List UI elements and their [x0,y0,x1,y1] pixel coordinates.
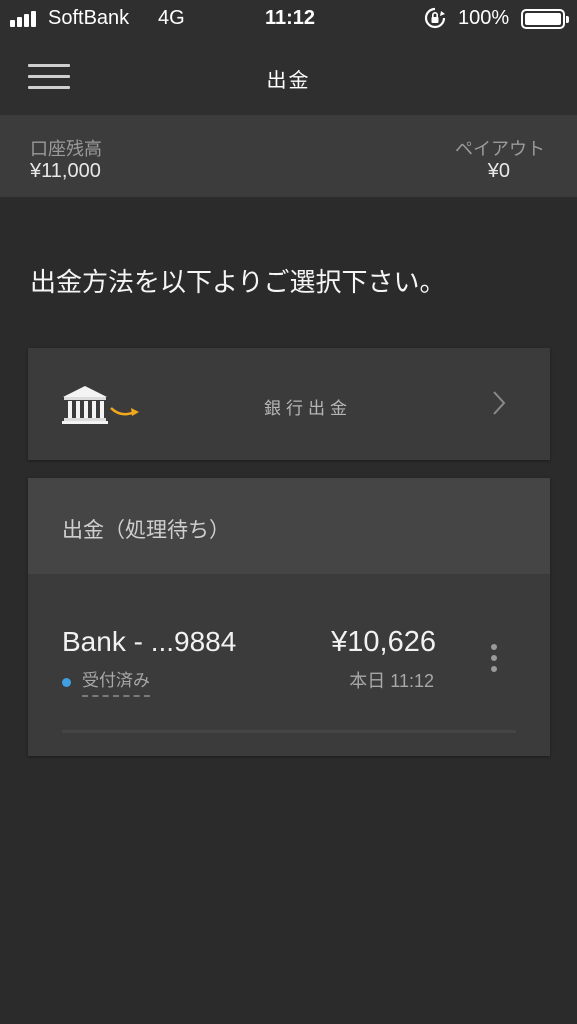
balance-summary: 口座残高 ¥11,000 ペイアウト ¥0 [0,115,577,197]
payout-label: ペイアウト [455,139,545,160]
instruction-text: 出金方法を以下よりご選択下さい。 [30,268,446,298]
status-time: 11:12 [265,7,316,29]
pending-title: 出金（処理待ち） [62,518,230,542]
transaction-time: 本日 11:12 [349,671,434,691]
network-type: 4G [158,7,185,29]
transaction-account: Bank - ...9884 [62,626,237,657]
chevron-right-icon [493,391,506,415]
account-balance-value: ¥11,000 [30,160,101,182]
pending-withdrawals-card: 出金（処理待ち） Bank - ...9884 ¥10,626 受付済み 本日 … [28,478,550,756]
status-bar: SoftBank 4G 11:12 100% [0,0,577,38]
transaction-status: 受付済み [82,666,150,697]
status-dot-icon [62,678,71,687]
bank-withdrawal-option[interactable]: 銀行出金 [28,348,550,460]
app-header: 出金 [0,38,577,115]
battery-icon [521,9,569,29]
pending-header: 出金（処理待ち） [28,478,550,574]
account-balance-label: 口座残高 [30,139,102,160]
payout-value: ¥0 [487,160,510,182]
page-title: 出金 [266,68,311,92]
signal-icon [10,9,36,27]
divider [62,730,516,733]
carrier-name: SoftBank [48,7,130,29]
transaction-amount: ¥10,626 [331,626,436,658]
rotation-lock-icon [424,7,446,29]
more-options-icon[interactable] [490,644,498,674]
battery-percentage: 100% [458,7,510,29]
